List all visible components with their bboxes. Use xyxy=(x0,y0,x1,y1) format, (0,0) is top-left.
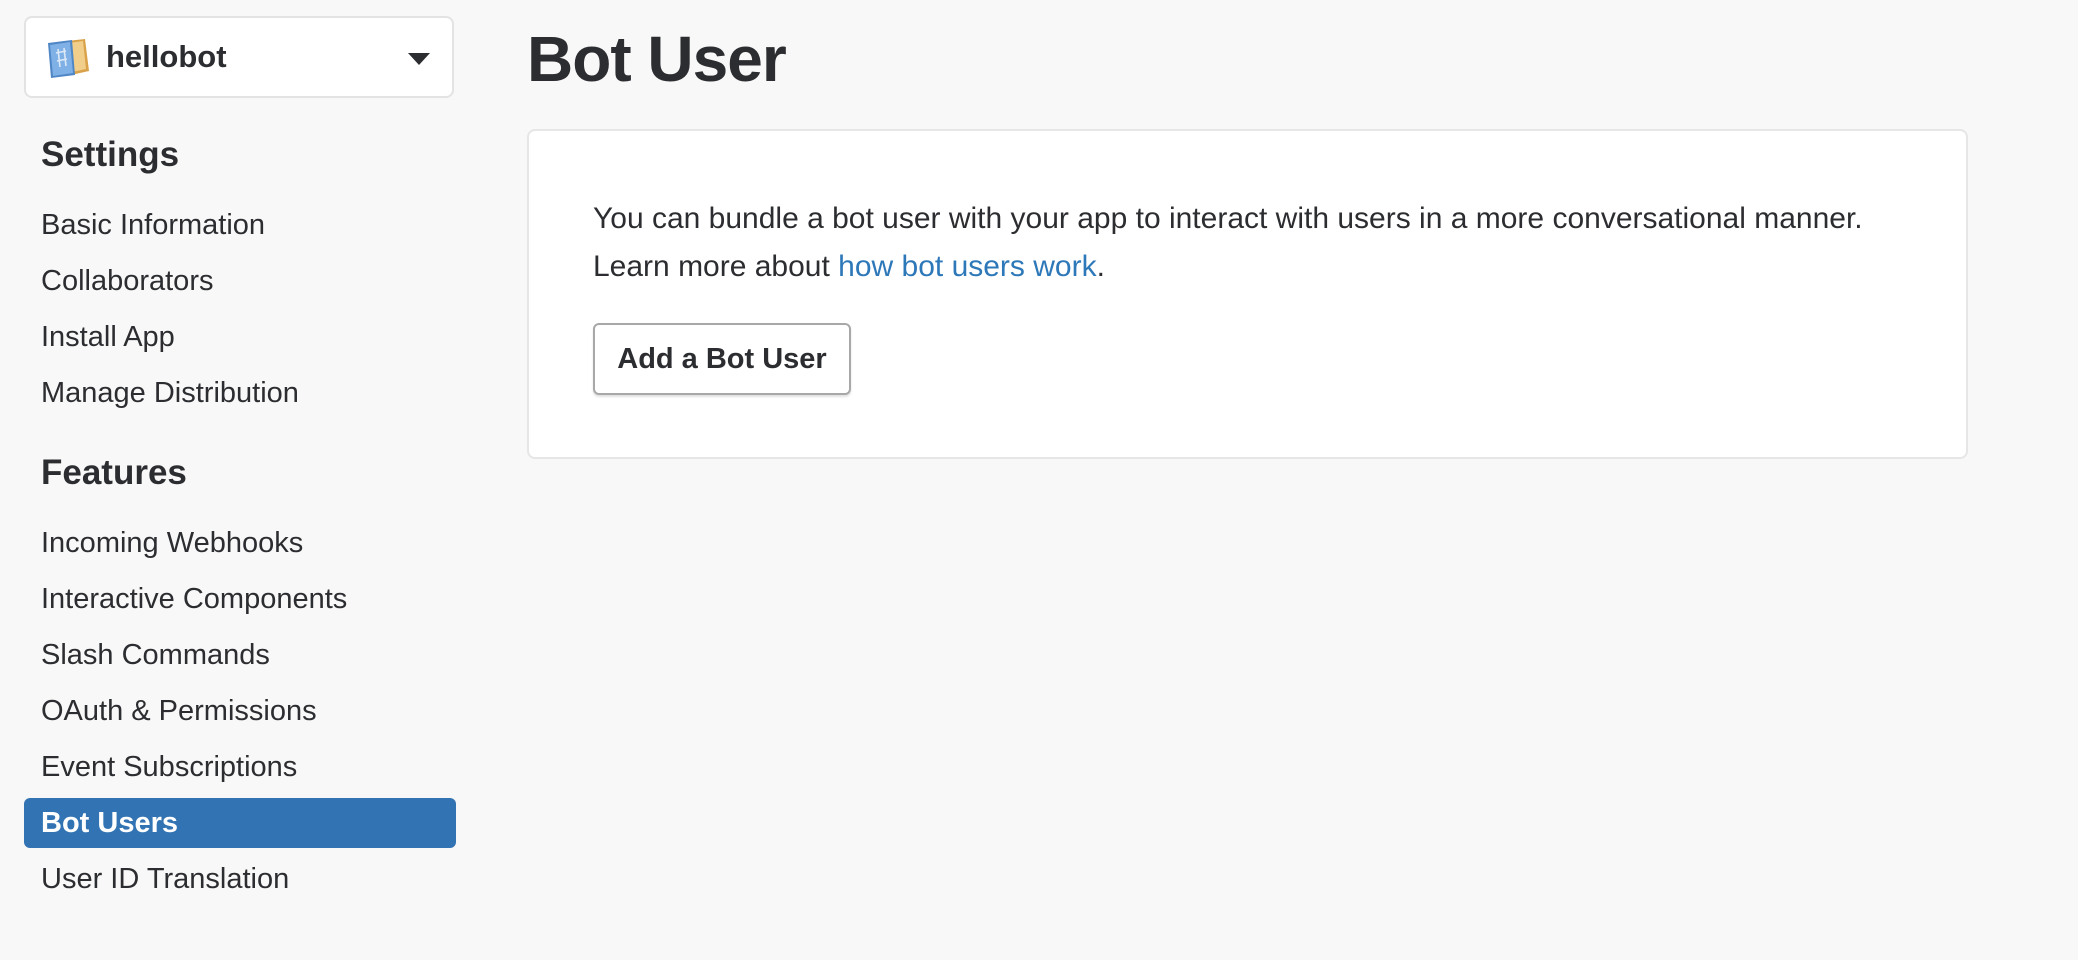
sidebar-item-install-app[interactable]: Install App xyxy=(24,312,456,362)
sidebar-item-oauth-permissions[interactable]: OAuth & Permissions xyxy=(24,686,456,736)
app-switcher[interactable]: hellobot xyxy=(24,16,454,98)
sidebar-item-collaborators[interactable]: Collaborators xyxy=(24,256,456,306)
sidebar-item-manage-distribution[interactable]: Manage Distribution xyxy=(24,368,456,418)
sidebar-item-basic-information[interactable]: Basic Information xyxy=(24,200,456,250)
app-book-icon xyxy=(45,37,91,79)
bot-user-card: You can bundle a bot user with your app … xyxy=(527,129,1968,459)
description-text: You can bundle a bot user with your app … xyxy=(593,202,1863,283)
sidebar-item-interactive-components[interactable]: Interactive Components xyxy=(24,574,456,624)
features-heading: Features xyxy=(41,453,187,492)
sidebar-item-event-subscriptions[interactable]: Event Subscriptions xyxy=(24,742,456,792)
sidebar-item-incoming-webhooks[interactable]: Incoming Webhooks xyxy=(24,518,456,568)
how-bot-users-work-link[interactable]: how bot users work xyxy=(838,250,1096,283)
bot-user-description: You can bundle a bot user with your app … xyxy=(593,195,1893,291)
sidebar-item-slash-commands[interactable]: Slash Commands xyxy=(24,630,456,680)
sidebar-item-user-id-translation[interactable]: User ID Translation xyxy=(24,854,456,904)
description-period: . xyxy=(1096,250,1105,283)
app-name: hellobot xyxy=(106,39,227,74)
page-title: Bot User xyxy=(527,23,787,95)
sidebar-item-bot-users[interactable]: Bot Users xyxy=(24,798,456,848)
caret-down-icon[interactable] xyxy=(408,53,430,65)
add-bot-user-button[interactable]: Add a Bot User xyxy=(593,323,851,395)
settings-heading: Settings xyxy=(41,135,180,174)
